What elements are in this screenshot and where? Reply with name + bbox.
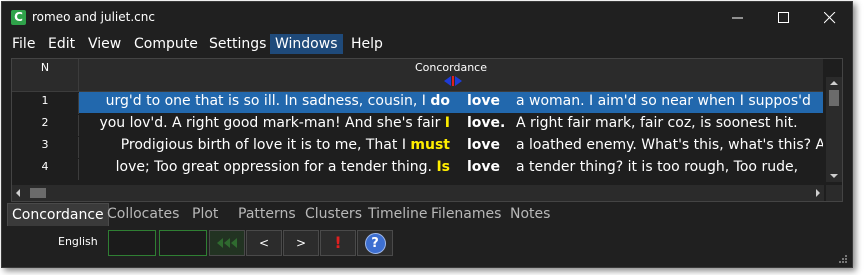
concordance-panel: N Concordance 1 urg'd to one that is so … [11, 58, 843, 202]
collocate-hit: Is [436, 159, 450, 175]
right-context: a woman. I aim'd so near when I suppos'd [516, 93, 811, 109]
menu-settings[interactable]: Settings [204, 34, 271, 54]
left-text: Prodigious birth of love it is to me, Th… [120, 137, 411, 153]
tab-plot[interactable]: Plot [188, 203, 222, 225]
tab-timeline[interactable]: Timeline [364, 203, 432, 225]
row-number: 4 [12, 159, 79, 180]
menu-edit[interactable]: Edit [43, 34, 80, 54]
right-context: a tender thing? it is too rough, Too rud… [516, 159, 799, 175]
close-button[interactable] [807, 2, 852, 34]
right-context: a loathed enemy. What's this, what's thi… [516, 137, 823, 153]
menu-view[interactable]: View [83, 34, 126, 54]
left-text: you lov'd. A right good mark-man! And sh… [99, 115, 445, 131]
left-context: Prodigious birth of love it is to me, Th… [121, 137, 450, 153]
row-number: 3 [12, 137, 79, 158]
search-word: love. [467, 115, 506, 131]
maximize-icon [778, 12, 789, 23]
search-word: love [467, 93, 501, 109]
menu-compute[interactable]: Compute [129, 34, 203, 54]
collocate-hit: I [444, 115, 450, 131]
scroll-corner [826, 185, 842, 201]
alert-button[interactable]: ! [320, 230, 356, 256]
bottom-toolbar: English < > ! ? [2, 227, 852, 267]
help-icon-glyph: ? [371, 236, 379, 251]
column-header-n[interactable]: N [12, 59, 79, 92]
left-text: love; Too great oppression for a tender … [115, 159, 437, 175]
right-context: A right fair mark, fair coz, is soonest … [516, 115, 798, 131]
column-header-concordance[interactable]: Concordance [79, 59, 823, 92]
toolbar-field-1[interactable] [108, 230, 156, 256]
help-button[interactable]: ? [357, 230, 393, 256]
search-word: love [467, 159, 501, 175]
close-icon [824, 12, 836, 24]
next-button[interactable]: > [283, 230, 319, 256]
collocate-hit: do [430, 93, 450, 109]
toolbar-field-2[interactable] [159, 230, 207, 256]
maximize-button[interactable] [761, 2, 807, 34]
tab-concordance[interactable]: Concordance [7, 203, 109, 226]
horizontal-scrollbar[interactable] [12, 185, 824, 201]
tab-filenames[interactable]: Filenames [427, 203, 505, 225]
vertical-scroll-thumb[interactable] [829, 90, 839, 106]
row-number: 2 [12, 115, 79, 136]
minimize-icon [732, 17, 743, 19]
concordance-row[interactable]: Prodigious birth of love it is to me, Th… [79, 136, 823, 157]
window-title: romeo and juliet.cnc [32, 10, 155, 24]
green-arrows-icon [217, 238, 237, 248]
menu-help[interactable]: Help [346, 34, 388, 54]
scroll-left-icon[interactable] [12, 185, 24, 201]
app-window: C romeo and juliet.cnc File Edit View Co… [1, 1, 853, 268]
menu-file[interactable]: File [7, 34, 40, 54]
title-bar[interactable]: C romeo and juliet.cnc [2, 2, 852, 34]
exclamation-icon: ! [334, 233, 342, 252]
help-icon: ? [364, 233, 386, 254]
concordance-row[interactable]: love; Too great oppression for a tender … [79, 158, 823, 179]
concordance-row[interactable]: urg'd to one that is so ill. In sadness,… [79, 92, 823, 113]
search-word: love [467, 137, 501, 153]
tab-collocates[interactable]: Collocates [103, 203, 183, 225]
collocate-hit: must [410, 137, 450, 153]
tab-patterns[interactable]: Patterns [234, 203, 300, 225]
tab-clusters[interactable]: Clusters [301, 203, 366, 225]
horizontal-scroll-thumb[interactable] [30, 188, 46, 198]
resize-grip-icon[interactable] [838, 254, 848, 264]
app-icon: C [11, 10, 26, 25]
menu-windows[interactable]: Windows [270, 34, 343, 54]
left-context: you lov'd. A right good mark-man! And sh… [99, 115, 450, 131]
language-label: English [58, 235, 98, 248]
green-arrows-button[interactable] [209, 230, 245, 256]
scroll-up-icon[interactable] [826, 77, 842, 89]
tab-notes[interactable]: Notes [506, 203, 554, 225]
concordance-row[interactable]: you lov'd. A right good mark-man! And sh… [79, 114, 823, 135]
minimize-button[interactable] [715, 2, 761, 34]
previous-button[interactable]: < [246, 230, 282, 256]
left-context: love; Too great oppression for a tender … [116, 159, 450, 175]
sort-arrows-icon [444, 76, 462, 86]
left-text: urg'd to one that is so ill. In sadness,… [105, 93, 431, 109]
scroll-down-icon[interactable] [826, 170, 842, 182]
menu-bar: File Edit View Compute Settings Windows … [2, 34, 852, 55]
vertical-scrollbar[interactable] [826, 77, 842, 182]
scroll-right-icon[interactable] [812, 185, 824, 201]
column-header-concordance-label: Concordance [415, 61, 487, 74]
row-number: 1 [12, 93, 79, 114]
left-context: urg'd to one that is so ill. In sadness,… [106, 93, 450, 109]
